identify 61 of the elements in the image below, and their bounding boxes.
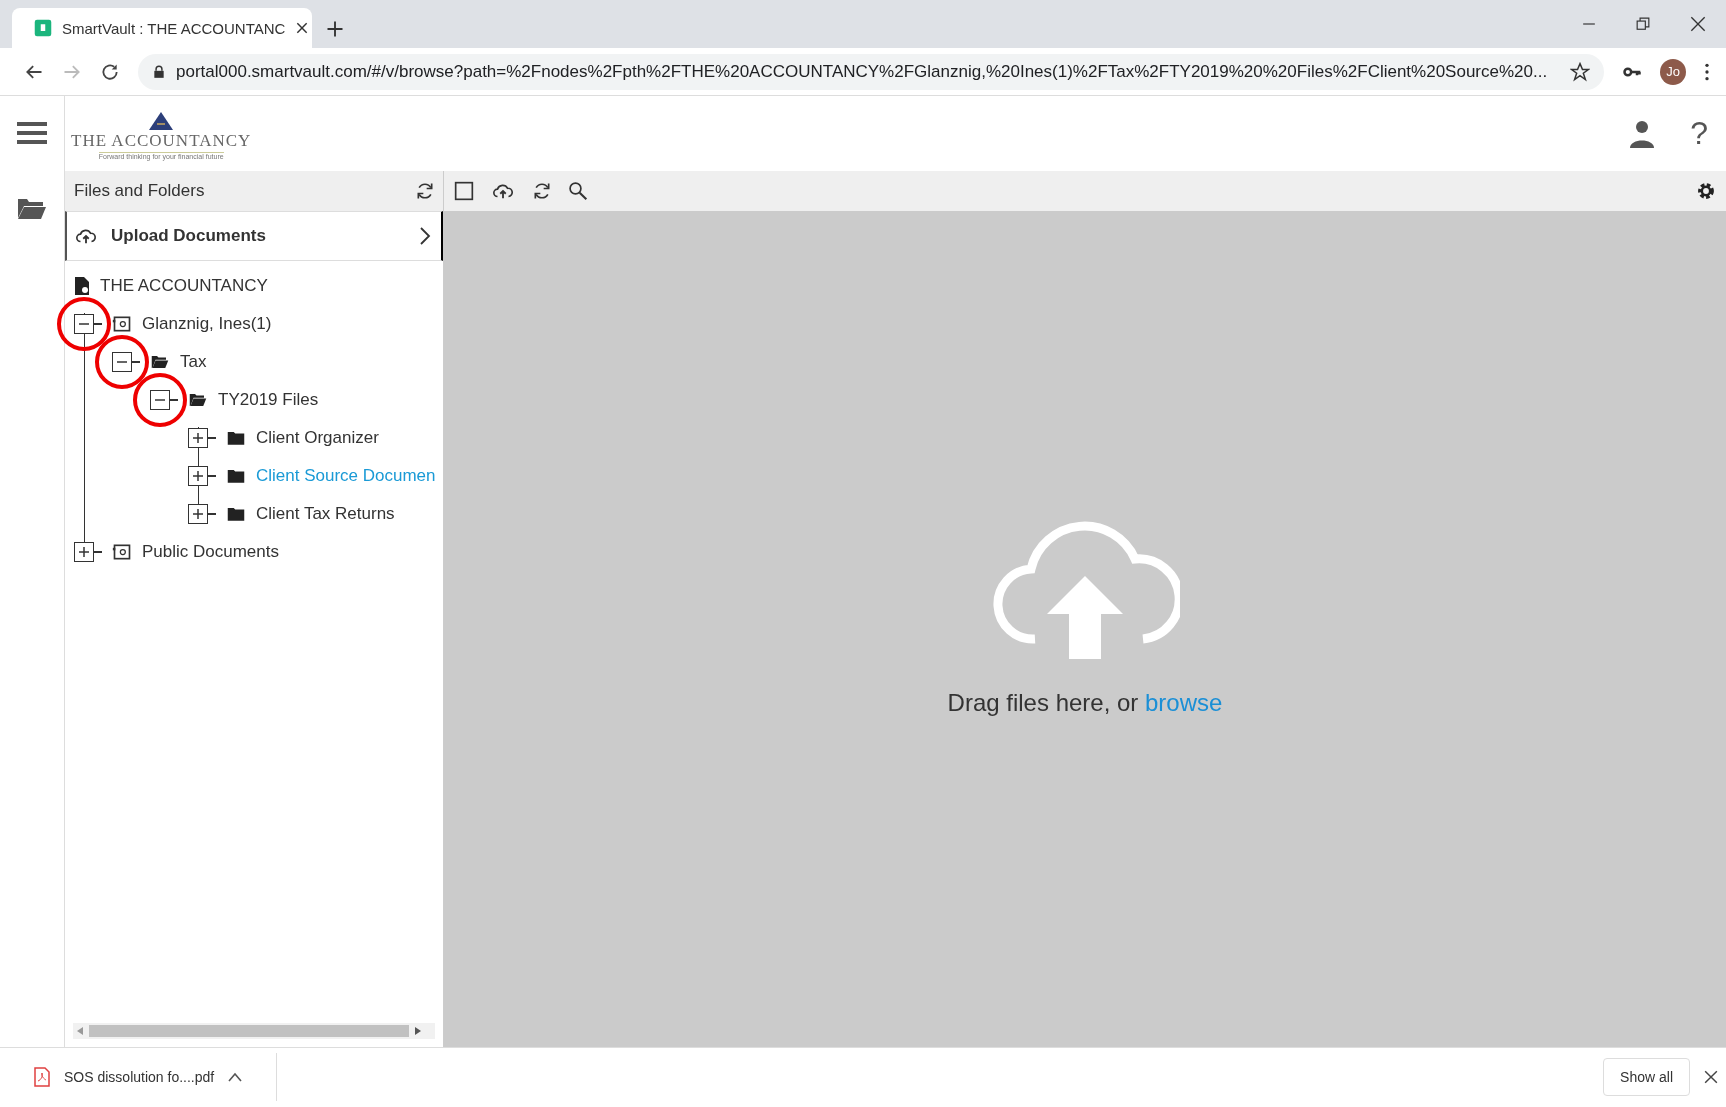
plus-icon	[192, 508, 204, 520]
safe-icon	[112, 314, 132, 334]
collapse-toggle[interactable]	[150, 390, 170, 410]
star-icon[interactable]	[1570, 61, 1590, 82]
user-icon[interactable]	[1630, 119, 1655, 148]
plus-icon	[78, 546, 90, 558]
scroll-right-icon	[415, 1027, 421, 1035]
profile-avatar[interactable]: Jo	[1660, 58, 1686, 85]
panel-title: Files and Folders	[74, 181, 205, 201]
open-folder-icon[interactable]	[17, 196, 47, 220]
search-icon[interactable]	[568, 181, 588, 201]
safe-icon	[112, 542, 132, 562]
collapse-toggle[interactable]	[74, 314, 94, 334]
show-all-button[interactable]: Show all	[1603, 1058, 1690, 1096]
horizontal-scrollbar[interactable]	[73, 1023, 435, 1039]
tree-item[interactable]: Client Tax Returns	[256, 504, 395, 524]
close-icon[interactable]	[295, 21, 310, 35]
download-file-name[interactable]: SOS dissolution fo....pdf	[64, 1069, 215, 1085]
menu-icon[interactable]	[17, 120, 47, 146]
plus-icon	[192, 470, 204, 482]
plus-icon	[192, 432, 204, 444]
select-all-checkbox-icon[interactable]	[454, 181, 474, 201]
close-icon[interactable]	[1690, 16, 1706, 32]
refresh-icon[interactable]	[415, 181, 435, 201]
expand-toggle[interactable]	[188, 504, 208, 524]
tree-item[interactable]: Public Documents	[142, 542, 279, 562]
close-icon[interactable]	[1704, 1070, 1718, 1084]
folder-icon	[226, 505, 246, 523]
tree-root[interactable]: THE ACCOUNTANCY	[100, 276, 268, 296]
lock-icon	[152, 63, 166, 80]
scroll-left-icon	[77, 1027, 83, 1035]
restore-icon[interactable]	[1636, 17, 1650, 31]
folder-icon	[226, 467, 246, 485]
pdf-file-icon	[34, 1067, 50, 1087]
open-folder-icon	[150, 353, 170, 371]
vault-favicon	[34, 19, 52, 37]
refresh-icon[interactable]	[532, 181, 552, 201]
settings-icon[interactable]	[1696, 181, 1716, 201]
drop-hint: Drag files here, or browse	[947, 689, 1223, 717]
cloud-upload-icon	[990, 521, 1180, 661]
logo-name: THE ACCOUNTANCY	[71, 131, 252, 151]
expand-toggle[interactable]	[188, 466, 208, 486]
document-icon	[74, 276, 90, 296]
expand-toggle[interactable]	[188, 428, 208, 448]
chevron-right-icon	[419, 226, 431, 246]
new-tab-icon[interactable]	[326, 20, 344, 38]
open-folder-icon	[188, 391, 208, 409]
expand-toggle[interactable]	[74, 542, 94, 562]
more-icon[interactable]	[1704, 61, 1710, 82]
tree-item[interactable]: Tax	[180, 352, 207, 372]
chevron-up-icon[interactable]	[228, 1072, 243, 1082]
tree-item[interactable]: TY2019 Files	[218, 390, 319, 410]
folder-icon	[226, 429, 246, 447]
address-bar[interactable]: portal000.smartvault.com/#/v/browse?path=%2Fnodes%2Fpth%2FTHE%20ACCOUNTANCY%2FGlanznig,%20Ines(1)%2FTax%2FTY2019%20%20Files%2FClient%20Source%20...	[138, 53, 1604, 90]
collapse-toggle[interactable]	[112, 352, 132, 372]
tree-item[interactable]: Client Organizer	[256, 428, 379, 448]
upload-documents-button[interactable]: Upload Documents	[65, 211, 443, 261]
help-link[interactable]: ?	[1690, 115, 1708, 152]
triangle-logo-icon	[148, 111, 175, 131]
tree-item[interactable]: Glanznig, Ines(1)	[142, 314, 272, 334]
reload-icon[interactable]	[100, 61, 120, 82]
